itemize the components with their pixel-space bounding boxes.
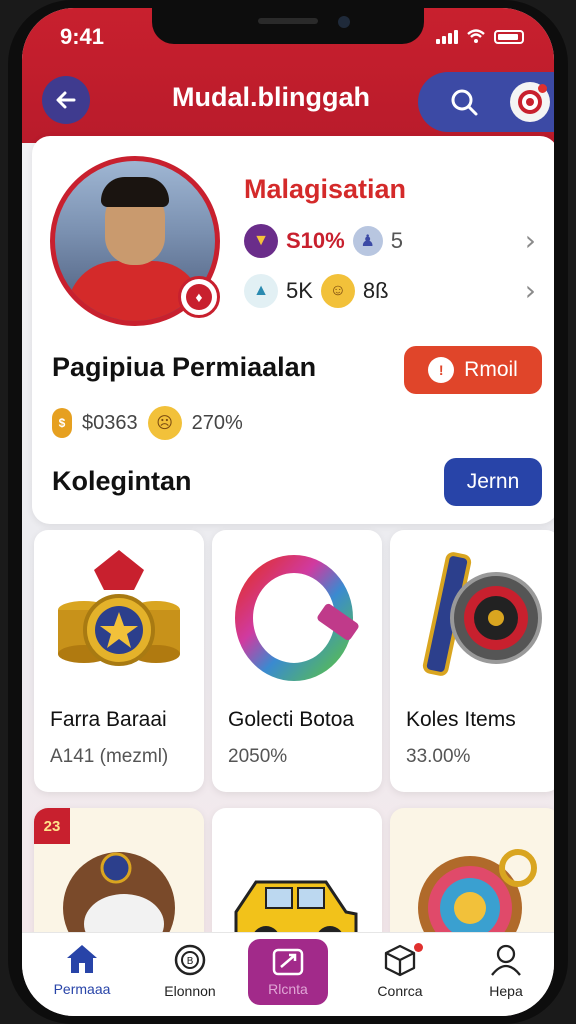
join-button[interactable]: Jernn <box>444 458 542 506</box>
shoe-icon: ▲ <box>244 274 278 308</box>
item-card[interactable] <box>212 808 382 948</box>
nav-label: Conrca <box>377 983 423 999</box>
coins-row: $ $0363 ☹ 270% <box>52 406 243 440</box>
percent-value: 270% <box>191 411 243 434</box>
nav-label: Elonnon <box>164 983 216 999</box>
item-card[interactable]: Farra Baraai A141 (mezml) <box>34 530 204 792</box>
bottom-nav: Permaaa B Elonnon Rlcnta Conrca Hepa <box>22 932 554 1016</box>
wheel-key-icon <box>422 552 542 676</box>
item-title: Farra Baraai <box>50 708 167 731</box>
chevron-badge-icon: ▼ <box>244 224 278 258</box>
stat-row-2[interactable]: ▲ 5K ☺ 8ß <box>244 274 389 308</box>
speaker <box>258 18 318 24</box>
profile-card: ♦ Malagisatian ▼ S10% ♟ 5 › ▲ 5K ☺ 8ß › … <box>32 136 554 524</box>
chevron-right-icon[interactable]: › <box>525 274 536 307</box>
signal-icon <box>436 30 458 44</box>
item-card[interactable]: Golecti Botoa 2050% <box>212 530 382 792</box>
app-screen: 9:41 Mudal.blinggah ♦ Malagisatian ▼ S10… <box>22 8 554 1016</box>
nav-item-store[interactable]: Rlcnta <box>248 939 328 1005</box>
roulette-icon <box>418 849 537 948</box>
wifi-icon <box>467 29 485 43</box>
notification-button[interactable] <box>510 82 550 122</box>
stat-row-1[interactable]: ▼ S10% ♟ 5 <box>244 224 403 258</box>
nav-label: Hepa <box>489 983 523 999</box>
action-button[interactable]: ! Rmoil <box>404 346 542 394</box>
stat2-value: 5K <box>286 278 313 303</box>
nav-item-profile[interactable]: Hepa <box>458 943 554 999</box>
coins-value: $0363 <box>82 411 138 434</box>
search-icon <box>451 89 478 116</box>
action-button-label: Rmoil <box>464 358 518 381</box>
stat1-value: S10% <box>286 228 345 253</box>
notification-dot <box>414 943 423 952</box>
nav-item-coins[interactable]: B Elonnon <box>142 943 238 999</box>
status-time: 9:41 <box>60 24 105 49</box>
back-button[interactable] <box>42 76 90 124</box>
coin-icon: B <box>174 944 206 976</box>
nav-item-home[interactable]: Permaaa <box>34 943 130 997</box>
emoji-icon: ☹ <box>147 406 182 440</box>
shield-icon: ! <box>428 357 455 383</box>
box-icon <box>384 944 416 977</box>
page-title: Mudal.blinggah <box>172 82 370 112</box>
item-subtitle: 33.00% <box>406 746 471 767</box>
notification-dot <box>538 84 547 93</box>
section-title-games: Pagipiua Permiaalan <box>52 352 317 382</box>
status-icons <box>436 28 524 44</box>
trophy-icon: ♟ <box>352 226 383 256</box>
coin-icon: $ <box>52 408 72 438</box>
home-icon <box>67 945 97 973</box>
user-icon <box>491 944 521 976</box>
nav-label: Rlcnta <box>268 981 308 997</box>
stat1-extra: 5 <box>390 228 403 253</box>
battery-icon <box>494 30 524 44</box>
nav-label: Permaaa <box>53 981 111 997</box>
chevron-right-icon[interactable]: › <box>525 224 536 257</box>
car-icon <box>234 880 358 948</box>
arrow-left-icon <box>56 91 76 109</box>
fire-icon: ♦ <box>186 284 212 310</box>
coins-medal-icon <box>58 550 180 666</box>
ring-icon <box>235 555 359 681</box>
item-card[interactable]: 23 <box>34 808 204 948</box>
item-card[interactable]: Koles Items 33.00% <box>390 530 554 792</box>
smile-icon: ☺ <box>320 274 355 308</box>
avatar-badge[interactable]: ♦ <box>178 276 220 318</box>
notch <box>152 8 424 44</box>
item-card[interactable] <box>390 808 554 948</box>
stat2-extra: 8ß <box>362 278 389 303</box>
section-title-collection: Kolegintan <box>52 466 192 496</box>
item-subtitle: 2050% <box>228 746 288 767</box>
profile-name: Malagisatian <box>244 174 407 204</box>
store-icon <box>272 948 304 976</box>
camera <box>338 16 350 28</box>
svg-text:B: B <box>187 956 194 967</box>
phone-frame: 9:41 Mudal.blinggah ♦ Malagisatian ▼ S10… <box>8 0 568 1024</box>
item-title: Golecti Botoa <box>228 708 355 731</box>
nav-item-box[interactable]: Conrca <box>352 943 448 999</box>
ball-icon <box>63 852 175 948</box>
item-subtitle: A141 (mezml) <box>50 746 169 767</box>
search-button[interactable] <box>446 84 482 120</box>
item-title: Koles Items <box>406 708 516 731</box>
